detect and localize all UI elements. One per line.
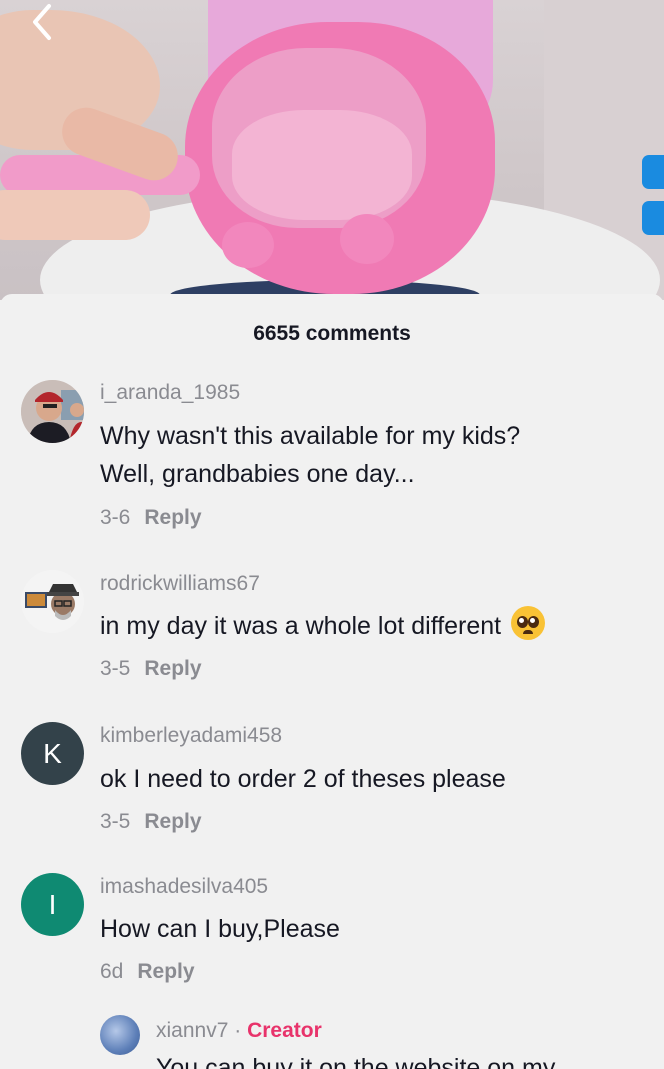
avatar[interactable] — [100, 1015, 140, 1055]
comment-username[interactable]: imashadesilva405 — [100, 875, 268, 899]
separator-dot: · — [234, 1019, 242, 1042]
thumb-image-part — [0, 190, 150, 240]
reply-text: You can buy it on the website on my — [156, 1054, 556, 1069]
comment-text: ok I need to order 2 of theses please — [100, 765, 506, 793]
jug-inner-light-image-part — [232, 110, 412, 220]
reply-button[interactable]: Reply — [137, 960, 194, 983]
comment-username[interactable]: i_aranda_1985 — [100, 381, 240, 405]
avatar[interactable] — [21, 380, 84, 443]
creator-badge: Creator — [247, 1019, 322, 1042]
comment-date: 3-5 — [100, 810, 131, 833]
video-player[interactable] — [0, 0, 664, 300]
jug-bump-image-part — [340, 214, 394, 264]
avatar[interactable] — [21, 570, 84, 633]
reply-button[interactable]: Reply — [144, 657, 201, 680]
comment-meta: 3-6 Reply — [100, 506, 202, 530]
avatar[interactable]: I — [21, 873, 84, 936]
comment-meta: 3-5 Reply — [100, 657, 202, 681]
pleading-face-emoji — [511, 606, 546, 640]
comment-text: Why wasn't this available for my kids? W… — [100, 417, 640, 493]
reply-button[interactable]: Reply — [144, 506, 201, 529]
jug-bump-image-part — [222, 222, 274, 268]
comment-text: How can I buy,Please — [100, 915, 340, 943]
comment-text-line: in my day it was a whole lot different — [100, 612, 502, 640]
comment-username[interactable]: kimberleyadami458 — [100, 724, 282, 748]
comment-text: in my day it was a whole lot different — [100, 606, 640, 645]
chevron-left-icon — [33, 4, 51, 40]
avatar-letter: I — [48, 888, 57, 920]
avatar-letter: K — [43, 737, 62, 769]
reply-username-row: xiannv7 · Creator — [156, 1019, 322, 1043]
comment-text-line: Why wasn't this available for my kids? — [100, 422, 521, 450]
user-photo-icon — [21, 570, 84, 633]
comment-meta: 6d Reply — [100, 960, 195, 984]
side-tab-upper[interactable] — [642, 155, 664, 189]
comment-date: 3-6 — [100, 506, 131, 529]
comment-username[interactable]: rodrickwilliams67 — [100, 572, 260, 596]
reply-username[interactable]: xiannv7 — [156, 1019, 228, 1042]
back-button[interactable] — [20, 0, 64, 44]
comment-date: 3-5 — [100, 657, 131, 680]
side-tab-lower[interactable] — [642, 201, 664, 235]
comment-meta: 3-5 Reply — [100, 810, 202, 834]
avatar[interactable]: K — [21, 722, 84, 785]
comment-text-line: Well, grandbabies one day... — [100, 460, 415, 488]
comment-count-title: 6655 comments — [253, 322, 411, 345]
reply-button[interactable]: Reply — [144, 810, 201, 833]
user-photo-icon — [21, 380, 84, 443]
comments-sheet: 6655 comments i_aranda_1985 Why wasn't t… — [0, 294, 664, 1069]
comment-date: 6d — [100, 960, 124, 983]
